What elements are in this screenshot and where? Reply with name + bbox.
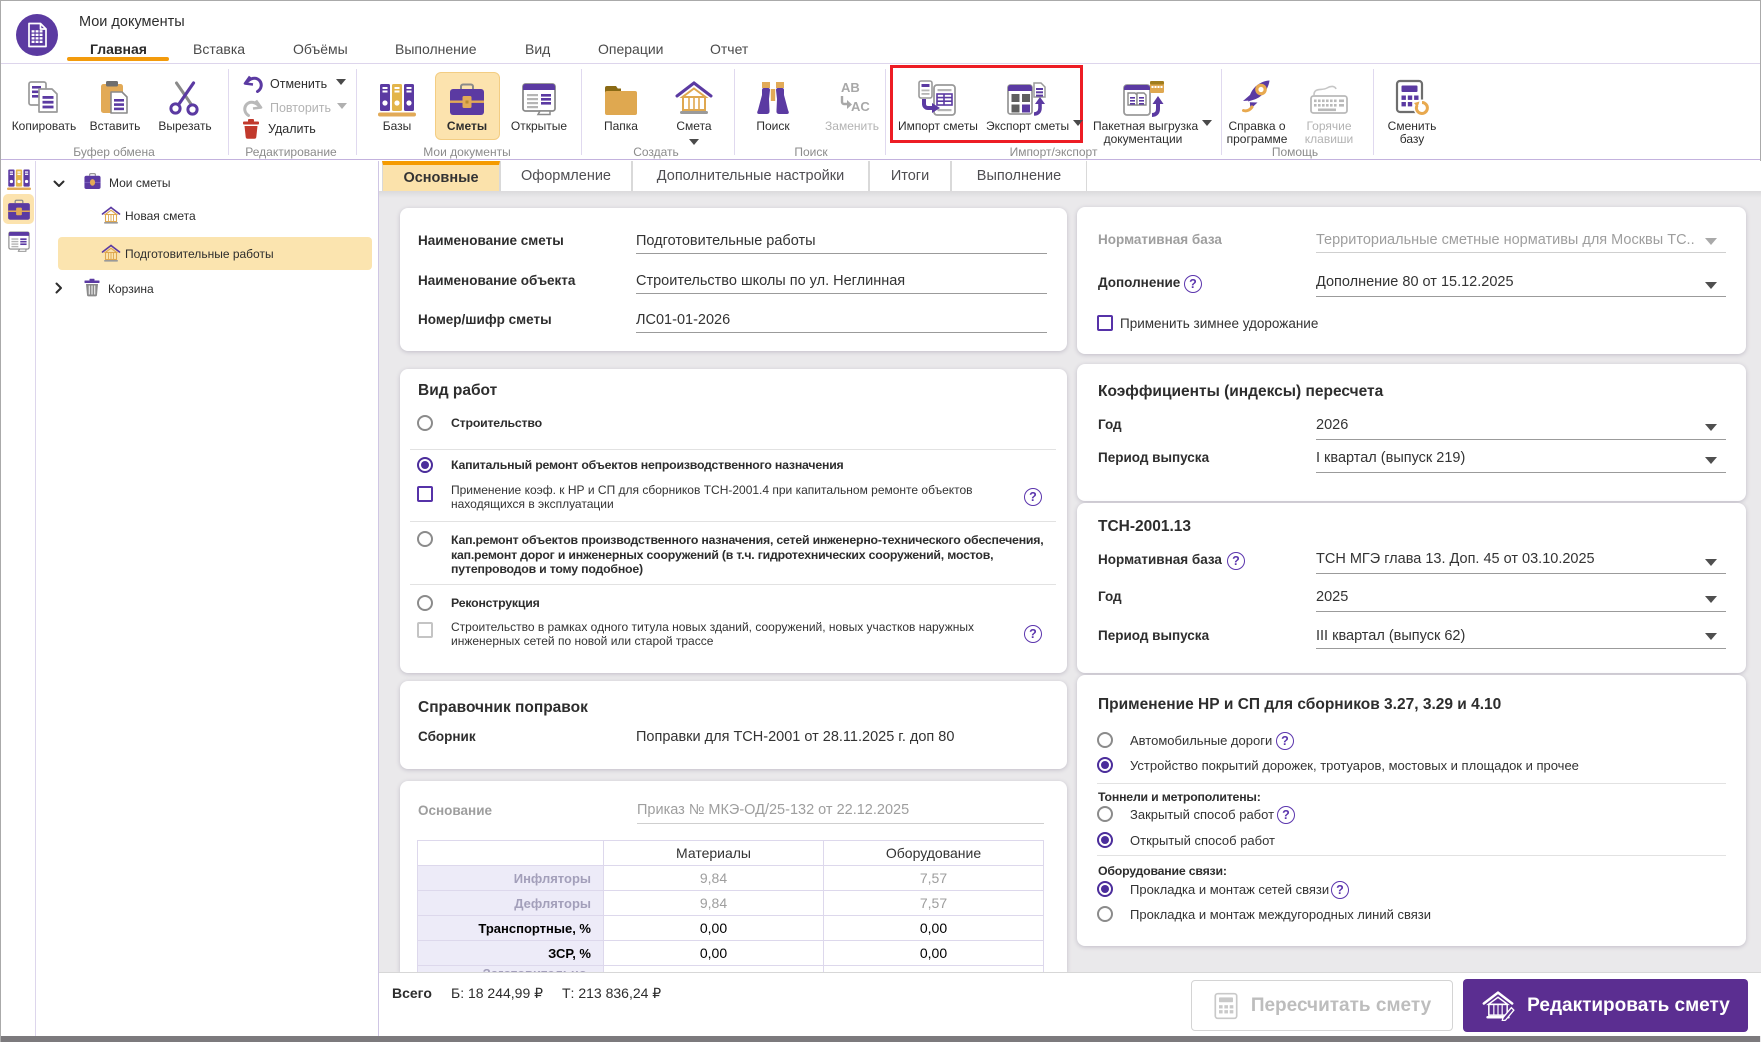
svg-text:AC: AC bbox=[851, 99, 870, 114]
svg-text:AB: AB bbox=[841, 81, 860, 95]
